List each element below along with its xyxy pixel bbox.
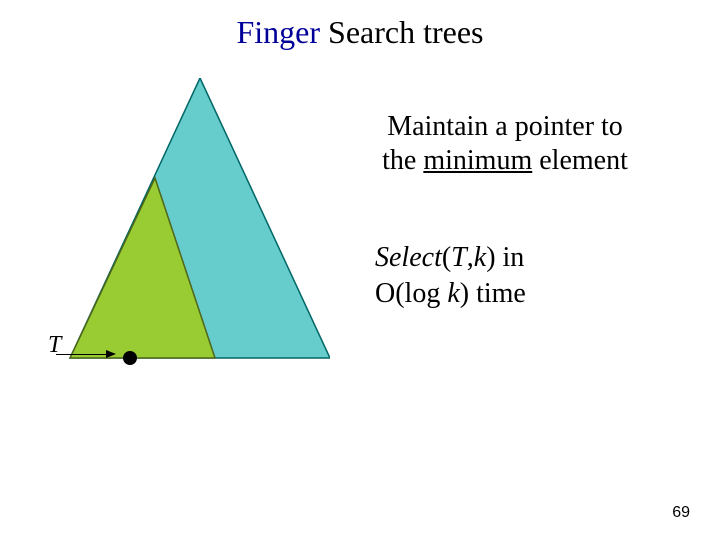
- bigO-post: ): [460, 278, 469, 309]
- caption-line2-post: element: [532, 145, 628, 176]
- complexity-text: Select(T,k) in O(log k) time: [375, 240, 675, 313]
- finger-dot-icon: [123, 351, 137, 365]
- slide-title: Finger Search trees: [0, 14, 720, 51]
- arrow-head-icon: [106, 350, 116, 358]
- tree-svg: [40, 78, 330, 378]
- slide-number: 69: [672, 504, 690, 522]
- paren-open: (: [442, 242, 451, 273]
- arg-T: T: [451, 242, 467, 273]
- title-rest: Search trees: [320, 14, 483, 50]
- caption-text: Maintain a pointer to the minimum elemen…: [325, 110, 685, 177]
- title-accent-word: Finger: [236, 14, 320, 50]
- select-word: Select: [375, 242, 442, 273]
- caption-line1: Maintain a pointer to: [387, 111, 623, 142]
- arg-k: k: [474, 242, 486, 273]
- caption-line2-pre: the: [382, 145, 423, 176]
- arg-sep: ,: [467, 242, 474, 273]
- caption-minimum: minimum: [423, 145, 532, 176]
- in-word: in: [496, 242, 525, 273]
- time-word: time: [469, 278, 526, 309]
- tree-diagram: [40, 78, 330, 378]
- bigO-pre: O(log: [375, 278, 447, 309]
- pointer-arrow-icon: [56, 350, 116, 360]
- bigO-k: k: [447, 278, 459, 309]
- paren-close: ): [486, 242, 495, 273]
- arrow-line: [56, 354, 108, 355]
